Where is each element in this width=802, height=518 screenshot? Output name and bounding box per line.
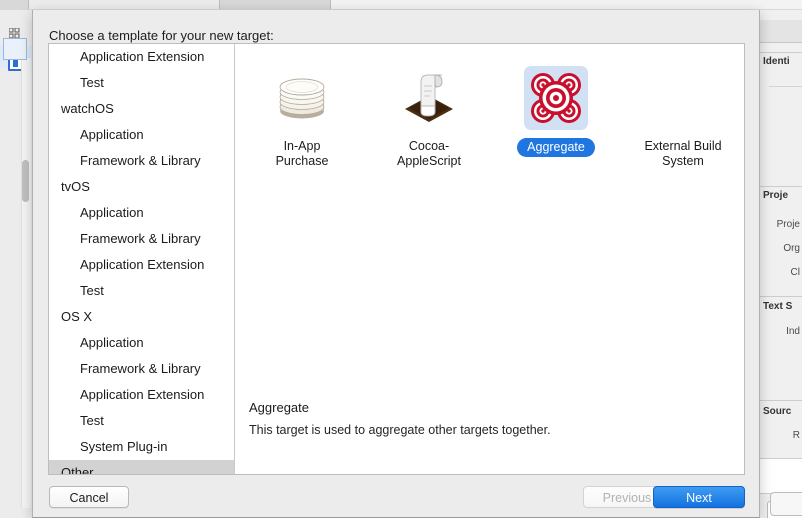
- template-label: In-App Purchase: [275, 139, 329, 168]
- screen: Identi Proje Proje Org Cl Text S Ind Sou…: [0, 0, 802, 518]
- inspector-label-repository: R: [792, 430, 800, 441]
- template-item-cocoa-applescript[interactable]: Cocoa- AppleScript: [369, 60, 489, 170]
- sheet-title: Choose a template for your new target:: [49, 28, 274, 43]
- inspector-label-project-document: Proje: [776, 219, 800, 230]
- inspector-section-source-control: Sourc: [763, 406, 792, 417]
- category-list[interactable]: Application Extension Test watchOS Applicat…: [49, 44, 235, 474]
- cancel-button[interactable]: Cancel: [49, 486, 129, 508]
- navigator-highlight-box: [3, 38, 27, 60]
- inspector-label-indent-using: Ind: [786, 326, 800, 337]
- inspector-empty-band: [757, 459, 802, 493]
- external-build-icon: [651, 66, 715, 130]
- category-list-item[interactable]: Application Extension: [49, 252, 234, 278]
- category-list-item[interactable]: Framework & Library: [49, 226, 234, 252]
- template-item-in-app-purchase[interactable]: In-App Purchase: [242, 60, 362, 170]
- inspector-divider: [757, 52, 802, 53]
- template-label: Aggregate: [517, 138, 595, 157]
- category-list-item[interactable]: Application: [49, 200, 234, 226]
- inspector-label-organization: Org: [783, 243, 800, 254]
- background-tab-left[interactable]: [28, 0, 220, 9]
- category-list-item[interactable]: Application Extension: [49, 382, 234, 408]
- inspector-tab-strip[interactable]: [757, 20, 802, 43]
- inspector-section-project: Proje: [763, 190, 789, 201]
- description-body: This target is used to aggregate other t…: [249, 423, 551, 437]
- inspector-divider: [757, 186, 802, 187]
- description-title: Aggregate: [249, 400, 309, 415]
- background-tab-right[interactable]: [330, 0, 802, 9]
- inspector-rule: [769, 86, 802, 87]
- aggregate-target-icon: [524, 66, 588, 130]
- category-list-item[interactable]: Other: [49, 460, 234, 474]
- template-item-external-build-system[interactable]: External Build System: [623, 60, 743, 170]
- category-list-items: Application Extension Test watchOS Applicat…: [49, 44, 234, 474]
- category-list-item[interactable]: watchOS: [49, 96, 234, 122]
- navigator-scrollbar-track[interactable]: [21, 58, 31, 508]
- inspector-divider: [757, 296, 802, 297]
- category-list-item[interactable]: Application: [49, 330, 234, 356]
- category-list-item[interactable]: Test: [49, 408, 234, 434]
- category-list-item[interactable]: Application: [49, 122, 234, 148]
- applescript-scroll-icon: [397, 66, 461, 130]
- template-label: External Build System: [644, 139, 722, 168]
- new-target-template-sheet: Choose a template for your new target: A…: [32, 10, 760, 518]
- inspector-section-identity: Identi: [763, 56, 790, 67]
- template-item-aggregate[interactable]: Aggregate: [496, 60, 616, 170]
- inspector-panel: Identi Proje Proje Org Cl Text S Ind Sou…: [756, 10, 802, 518]
- template-description: Aggregate This target is used to aggrega…: [235, 384, 744, 474]
- category-list-item[interactable]: Framework & Library: [49, 356, 234, 382]
- category-list-item[interactable]: tvOS: [49, 174, 234, 200]
- category-list-item[interactable]: Test: [49, 70, 234, 96]
- category-list-top-clip: [49, 44, 234, 52]
- category-list-item[interactable]: System Plug-in: [49, 434, 234, 460]
- template-grid-area: In-App Purchase Cocoa- AppleScript Aggre…: [235, 44, 744, 385]
- category-list-item[interactable]: OS X: [49, 304, 234, 330]
- template-grid: In-App Purchase Cocoa- AppleScript Aggre…: [235, 60, 744, 170]
- next-button[interactable]: Next: [653, 486, 745, 508]
- navigator-scrollbar-thumb[interactable]: [22, 160, 29, 202]
- navigator-panel: [0, 10, 33, 518]
- inspector-section-text-settings: Text S: [763, 301, 793, 312]
- template-label: Cocoa- AppleScript: [397, 139, 461, 168]
- coin-stack-icon: [270, 66, 334, 130]
- inspector-label-class-prefix: Cl: [790, 267, 800, 278]
- category-list-item[interactable]: Test: [49, 278, 234, 304]
- category-list-item[interactable]: Framework & Library: [49, 148, 234, 174]
- inspector-divider: [757, 400, 802, 401]
- template-picker: Application Extension Test watchOS Applicat…: [48, 43, 745, 475]
- inspector-bottom-control[interactable]: [770, 492, 802, 516]
